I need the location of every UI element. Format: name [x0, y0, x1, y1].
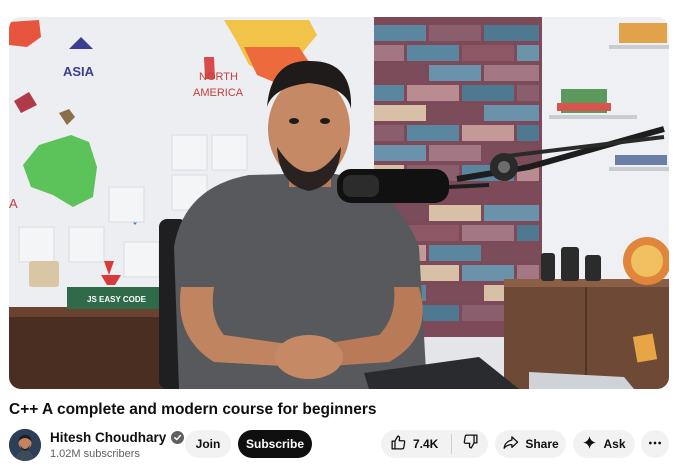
- map-label-north: NORTH: [199, 71, 238, 83]
- share-arrow-icon: [502, 434, 519, 454]
- share-button[interactable]: Share: [495, 430, 566, 458]
- book-label: JS EASY CODE: [87, 295, 147, 304]
- like-count: 7.4K: [413, 437, 439, 451]
- channel-name[interactable]: Hitesh Choudhary: [50, 430, 166, 445]
- subscriber-count: 1.02M subscribers: [50, 448, 140, 460]
- ask-label: Ask: [603, 437, 626, 451]
- channel-avatar[interactable]: [9, 429, 41, 461]
- like-button[interactable]: 7.4K: [381, 430, 451, 458]
- thumbs-up-icon: [390, 434, 407, 454]
- map-label-a: A: [9, 196, 18, 211]
- like-dislike-group: 7.4K: [381, 430, 488, 458]
- more-horizontal-icon: [647, 435, 663, 454]
- map-label-america: AMERICA: [193, 87, 244, 99]
- share-label: Share: [525, 437, 559, 451]
- video-frame: ASIA NORTH AMERICA A JS EASY CODE: [9, 17, 669, 389]
- video-title: C++ A complete and modern course for beg…: [9, 401, 377, 418]
- map-label-asia: ASIA: [63, 64, 95, 79]
- sparkle-icon: [582, 435, 597, 453]
- join-button[interactable]: Join: [185, 430, 231, 458]
- more-actions-button[interactable]: [641, 430, 669, 458]
- channel-name-row[interactable]: Hitesh Choudhary: [50, 430, 185, 445]
- subscribe-button[interactable]: Subscribe: [238, 430, 312, 458]
- ask-button[interactable]: Ask: [573, 430, 635, 458]
- check-circle-icon: [171, 431, 185, 444]
- thumbs-down-icon: [462, 433, 479, 455]
- dislike-button[interactable]: [452, 430, 488, 458]
- video-player[interactable]: ASIA NORTH AMERICA A JS EASY CODE: [9, 17, 669, 389]
